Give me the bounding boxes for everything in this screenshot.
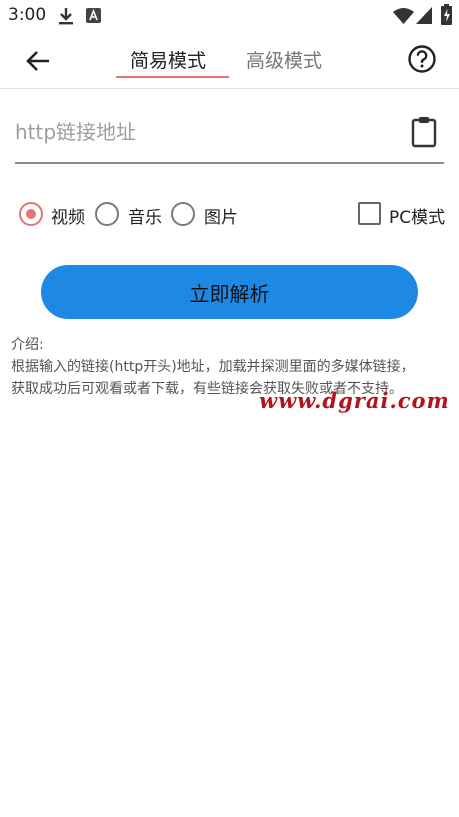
radio-video[interactable]	[19, 202, 43, 226]
pc-mode-checkbox[interactable]	[358, 202, 381, 225]
arrow-left-icon	[22, 51, 56, 82]
intro-title: 介绍:	[11, 337, 44, 353]
download-icon	[57, 6, 75, 30]
status-time: 3:00	[8, 5, 47, 25]
watermark: www.dgrai.com	[259, 388, 450, 413]
media-type-options: 视频 音乐 图片 PC模式	[0, 198, 459, 230]
pc-mode-label[interactable]: PC模式	[389, 203, 445, 228]
tab-simple-mode[interactable]: 简易模式	[130, 46, 206, 73]
battery-icon	[441, 4, 452, 29]
clipboard-icon	[410, 117, 438, 152]
radio-video-label[interactable]: 视频	[51, 203, 85, 228]
help-button[interactable]	[407, 44, 439, 76]
wifi-icon	[393, 7, 414, 28]
status-bar: 3:00	[0, 0, 459, 32]
url-field	[15, 104, 444, 164]
back-button[interactable]	[22, 44, 56, 78]
active-tab-indicator	[116, 76, 229, 78]
radio-music-label[interactable]: 音乐	[128, 203, 162, 228]
tab-advanced-mode[interactable]: 高级模式	[246, 46, 322, 73]
radio-image-label[interactable]: 图片	[204, 203, 238, 228]
paste-button[interactable]	[410, 116, 438, 148]
help-circle-icon	[407, 45, 437, 78]
url-input[interactable]	[15, 112, 395, 152]
signal-icon	[416, 7, 432, 28]
radio-image[interactable]	[171, 202, 195, 226]
font-icon	[86, 8, 101, 27]
radio-music[interactable]	[95, 202, 119, 226]
intro-line: 根据输入的链接(http开头)地址，加载并探测里面的多媒体链接，	[11, 359, 415, 375]
parse-button[interactable]: 立即解析	[41, 265, 418, 319]
toolbar: 简易模式 高级模式	[0, 32, 459, 89]
